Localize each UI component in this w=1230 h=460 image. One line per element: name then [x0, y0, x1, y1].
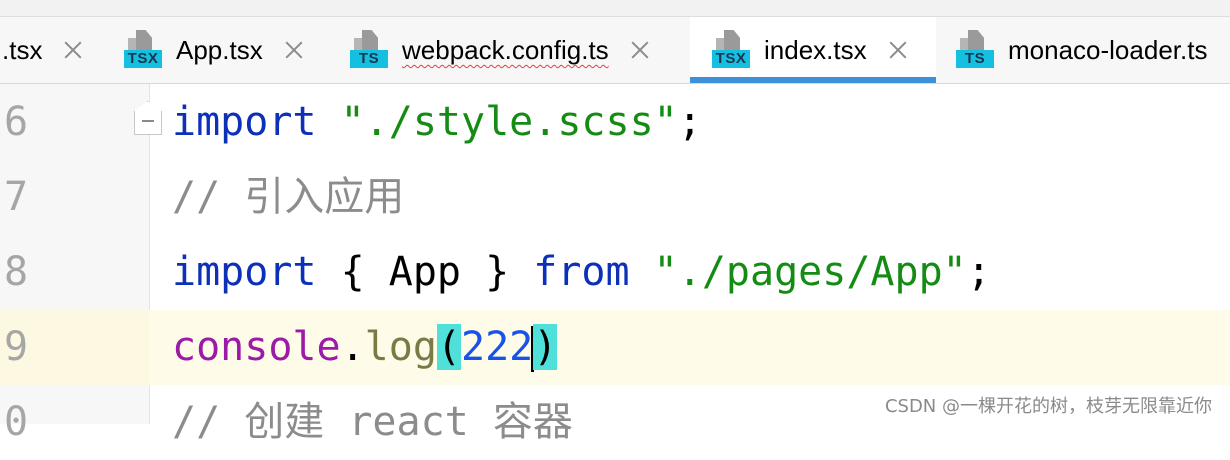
watermark-text: CSDN @一棵开花的树，枝芽无限靠近你: [882, 392, 1214, 418]
ts-file-icon: TS: [350, 30, 388, 70]
tab-label: index.tsx: [764, 35, 867, 65]
function-token: log: [364, 324, 437, 370]
global-object-token: console: [172, 324, 341, 370]
close-icon[interactable]: [629, 39, 651, 61]
tab-webpack-config-ts[interactable]: TS webpack.config.ts: [350, 17, 690, 83]
line-number: 8: [4, 249, 29, 295]
code-text: console.log(222): [172, 310, 558, 385]
line-number: 7: [4, 174, 29, 220]
punctuation-token: ;: [966, 249, 991, 295]
tab-label: webpack.config.ts: [402, 35, 609, 65]
tab-monaco-loader-ts[interactable]: TS monaco-loader.ts: [956, 17, 1230, 83]
code-line[interactable]: 6 import "./style.scss";: [0, 85, 1230, 160]
current-code-line[interactable]: 9 console.log(222): [0, 310, 1230, 385]
close-icon[interactable]: [887, 39, 909, 61]
identifier-token: { App }: [316, 249, 534, 295]
active-tab-indicator: [690, 77, 936, 83]
tab-partial-tsx[interactable]: .tsx: [0, 17, 104, 83]
tsx-file-icon: TSX: [712, 30, 750, 70]
code-line[interactable]: 8 import { App } from "./pages/App";: [0, 235, 1230, 310]
code-text: import { App } from "./pages/App";: [172, 235, 991, 310]
close-icon[interactable]: [62, 39, 84, 61]
tab-index-tsx[interactable]: TSX index.tsx: [690, 17, 936, 83]
code-editor[interactable]: 6 import "./style.scss"; 7 // 引入应用 8 imp…: [0, 84, 1230, 445]
matched-paren-open: (: [436, 324, 462, 370]
line-number: 0: [4, 399, 29, 445]
code-line[interactable]: 7 // 引入应用: [0, 160, 1230, 235]
comment-token: // 引入应用: [172, 174, 405, 220]
line-number: 9: [4, 324, 29, 370]
comment-token: // 创建 react 容器: [172, 399, 573, 445]
line-number: 6: [4, 99, 29, 145]
tab-label: monaco-loader.ts: [1008, 35, 1208, 65]
keyword-token: import: [172, 99, 317, 145]
string-token: "./pages/App": [653, 249, 967, 295]
tsx-file-icon: TSX: [124, 30, 162, 70]
number-token: 222: [461, 324, 534, 370]
punctuation-token: .: [340, 324, 365, 370]
tab-label: App.tsx: [176, 35, 263, 65]
string-token: "./style.scss": [340, 99, 678, 145]
tab-label: .tsx: [2, 35, 43, 65]
window-top-strip: [0, 0, 1230, 17]
close-icon[interactable]: [283, 39, 305, 61]
punctuation-token: ;: [677, 99, 702, 145]
code-text: import "./style.scss";: [172, 85, 702, 160]
matched-paren-close: ): [533, 324, 558, 370]
keyword-token: import: [172, 249, 317, 295]
keyword-token: from: [533, 249, 630, 295]
editor-tab-bar: .tsx TSX App.tsx TS webpack.config.ts TS…: [0, 17, 1230, 84]
fold-marker-icon[interactable]: [134, 101, 162, 135]
tab-app-tsx[interactable]: TSX App.tsx: [124, 17, 334, 83]
ts-file-icon: TS: [956, 30, 994, 70]
